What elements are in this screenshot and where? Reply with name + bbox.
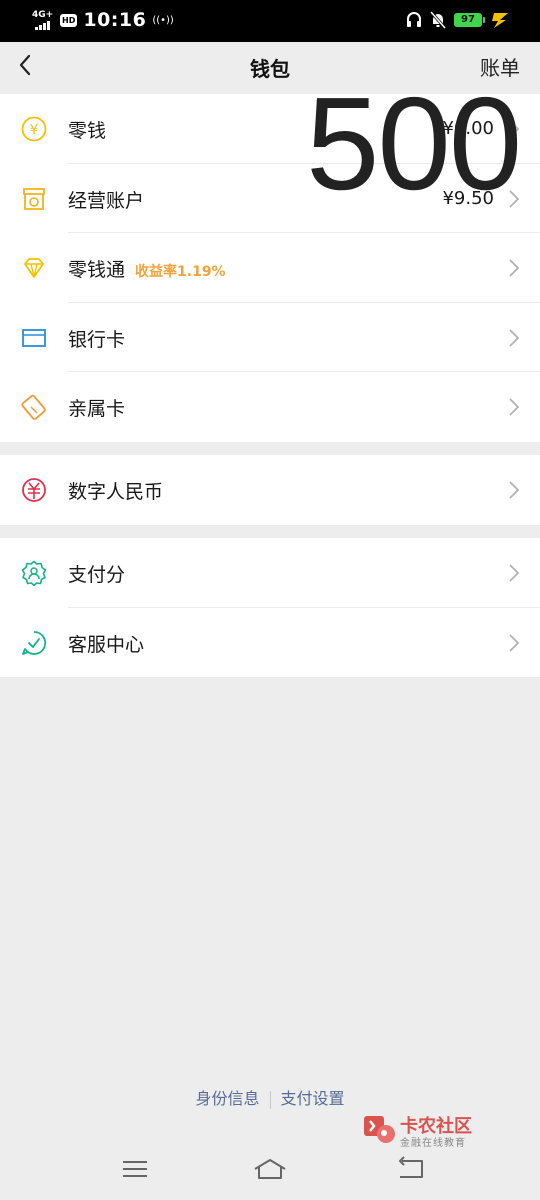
list-item-label: 支付分 bbox=[68, 564, 126, 586]
menu-icon[interactable] bbox=[120, 1156, 150, 1182]
hotspot-icon: ((•)) bbox=[152, 14, 174, 26]
list-item-label: 经营账户 bbox=[68, 189, 145, 212]
digital-rmb-icon bbox=[22, 478, 46, 502]
list-item-label-text: 零钱通 bbox=[68, 259, 126, 281]
chevron-right-icon bbox=[509, 564, 520, 582]
charging-icon bbox=[492, 13, 508, 28]
status-bar: 4G+ HD 10:16 ((•)) 97 bbox=[0, 0, 540, 42]
chevron-right-icon bbox=[509, 398, 520, 416]
list-item-label: 客服中心 bbox=[68, 633, 145, 656]
hd-badge: HD bbox=[60, 13, 78, 27]
list-item-label: 零钱 bbox=[68, 120, 107, 142]
chevron-right-icon bbox=[509, 481, 520, 499]
headphones-icon bbox=[407, 12, 421, 27]
list-item-pay-score[interactable]: 支付分 bbox=[0, 538, 540, 608]
family-card-icon bbox=[21, 394, 46, 420]
customer-service-icon bbox=[22, 630, 47, 655]
list-item-label: 银行卡 bbox=[68, 328, 126, 351]
list-item-bank-card[interactable]: 银行卡 bbox=[0, 303, 540, 372]
diamond-icon bbox=[24, 258, 44, 278]
wallet-group-digital: 数字人民币 bbox=[0, 455, 540, 525]
battery-icon: 97 bbox=[454, 13, 485, 27]
payment-settings-link[interactable]: 支付设置 bbox=[271, 1085, 355, 1109]
list-item-label: 亲属卡 bbox=[68, 398, 126, 420]
identity-info-link[interactable]: 身份信息 bbox=[185, 1085, 269, 1109]
yuan-coin-icon: ¥ bbox=[21, 116, 47, 142]
pay-score-icon bbox=[21, 560, 47, 586]
signal-icon: 4G+ bbox=[32, 10, 54, 30]
mute-bell-icon bbox=[430, 11, 446, 29]
chevron-right-icon bbox=[509, 633, 520, 652]
bank-card-icon bbox=[22, 328, 46, 347]
list-item-digital-rmb[interactable]: 数字人民币 bbox=[0, 455, 540, 525]
status-time: 10:16 bbox=[83, 9, 147, 31]
list-item-family-card[interactable]: 亲属卡 bbox=[0, 372, 540, 442]
chevron-right-icon bbox=[509, 328, 520, 347]
list-item-customer-service[interactable]: 客服中心 bbox=[0, 608, 540, 678]
yield-rate-tag: 收益率1.19% bbox=[135, 264, 226, 280]
overlay-number: 500 bbox=[306, 70, 522, 217]
shop-account-icon bbox=[23, 187, 45, 210]
network-type: 4G+ bbox=[32, 10, 54, 20]
system-nav-bar bbox=[0, 1140, 540, 1200]
chevron-right-icon bbox=[509, 259, 520, 277]
home-icon[interactable] bbox=[253, 1156, 287, 1182]
svg-text:¥: ¥ bbox=[30, 123, 38, 138]
list-item-lingqiantong[interactable]: 零钱通 收益率1.19% bbox=[0, 233, 540, 303]
list-item-label: 零钱通 收益率1.19% bbox=[68, 255, 226, 282]
back-icon[interactable] bbox=[396, 1156, 426, 1182]
list-item-label: 数字人民币 bbox=[68, 481, 164, 503]
wallet-group-service: 支付分 客服中心 bbox=[0, 538, 540, 677]
footer-links: 身份信息 支付设置 bbox=[0, 1085, 540, 1109]
